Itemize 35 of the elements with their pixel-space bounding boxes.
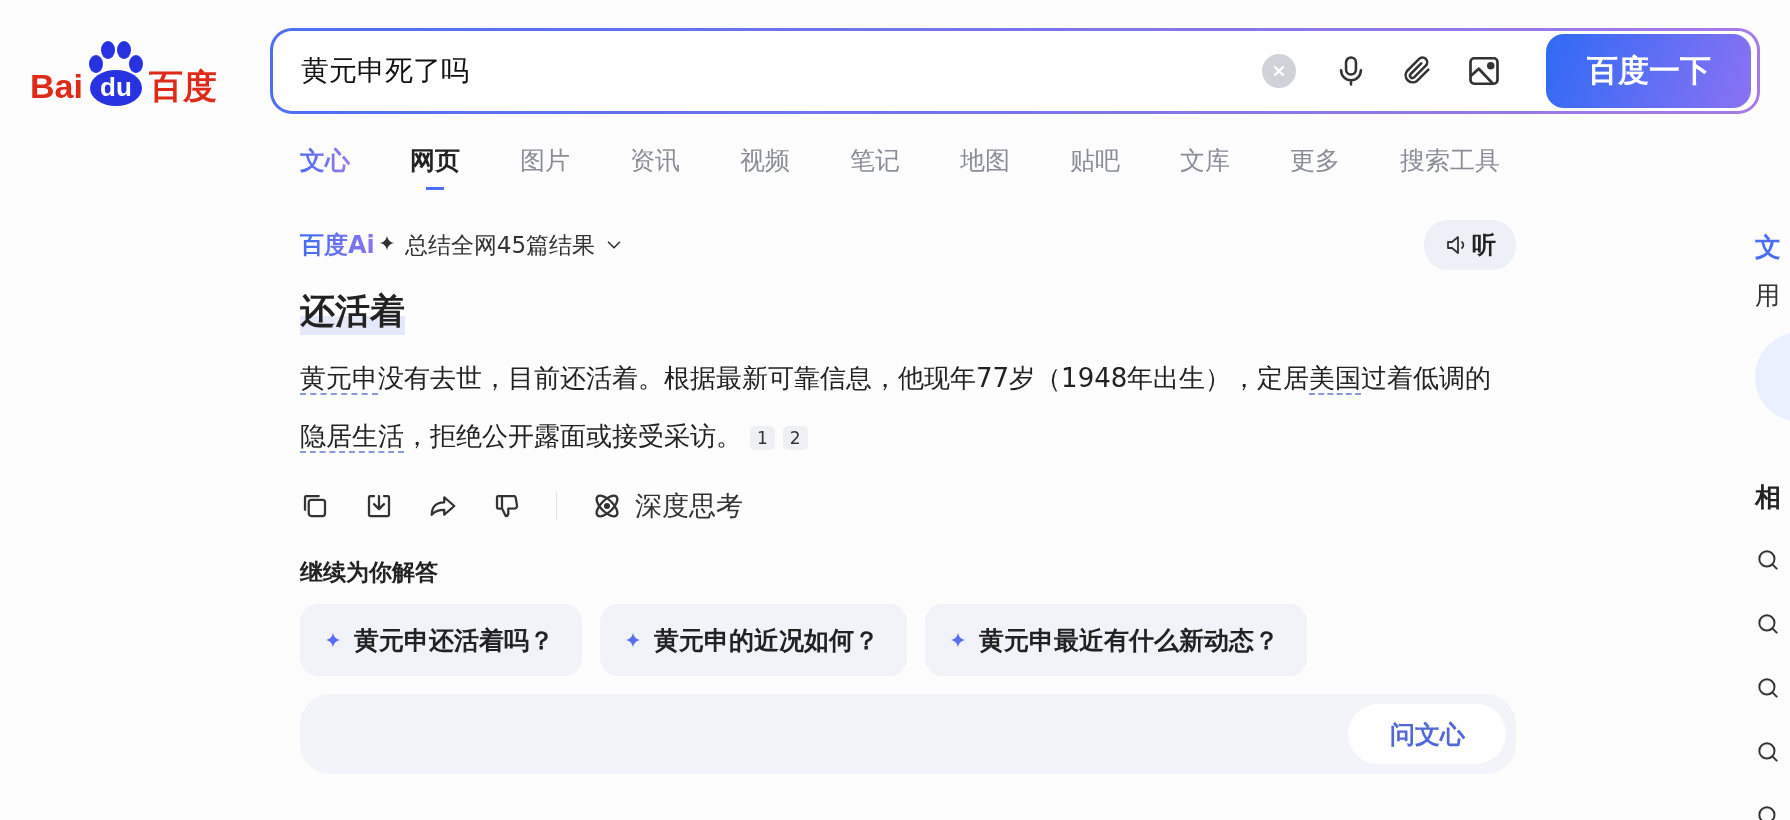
sidebar-subtitle: 用 — [1755, 280, 1781, 312]
sidebar-title: 文 — [1755, 231, 1782, 264]
follow-up-chip[interactable]: 黄元申最近有什么新动态？ — [925, 604, 1307, 676]
nav-tab[interactable]: 更多 — [1290, 144, 1340, 190]
nav-tab[interactable]: 网页 — [410, 144, 460, 190]
nav-tab[interactable]: 视频 — [740, 144, 790, 190]
citation-badge[interactable]: 2 — [782, 425, 808, 450]
ask-field[interactable]: 问文心 — [300, 694, 1516, 774]
section-title: 相 — [1755, 481, 1782, 514]
nav-tab[interactable]: 资讯 — [630, 144, 680, 190]
sparkle-icon — [324, 631, 342, 649]
nav-tab[interactable]: 文库 — [1180, 144, 1230, 190]
nav-tab[interactable]: 图片 — [520, 144, 570, 190]
sparkle-icon — [624, 631, 642, 649]
search-icon[interactable] — [1755, 547, 1781, 573]
nav-tab[interactable]: 地图 — [960, 144, 1010, 190]
follow-up-chip[interactable]: 黄元申还活着吗？ — [300, 604, 582, 676]
nav-tab[interactable]: 贴吧 — [1070, 144, 1120, 190]
ask-button[interactable]: 问文心 — [1348, 704, 1506, 764]
summary-label: 总结全网45篇结果 — [404, 230, 596, 260]
baidu-logo[interactable]: Bai du 百度 — [30, 36, 235, 106]
search-button[interactable]: 百度一下 — [1546, 34, 1751, 108]
search-icon[interactable] — [1755, 675, 1781, 701]
listen-button[interactable]: 听 — [1424, 220, 1516, 270]
search-icon[interactable] — [1755, 739, 1781, 765]
follow-up-title: 继续为你解答 — [300, 558, 439, 587]
nav-tab[interactable]: 笔记 — [850, 144, 900, 190]
search-icon[interactable] — [1755, 611, 1781, 637]
deep-think-button[interactable]: 深度思考 — [591, 488, 743, 524]
sparkle-icon — [949, 631, 967, 649]
search-field[interactable]: 黄元申死了吗 百度一下 — [270, 28, 1760, 114]
citation-badge[interactable]: 1 — [750, 425, 775, 450]
answer-paragraph: 黄元申没有去世，目前还活着。根据最新可靠信息，他现年77岁（1948年出生），定居美国过着低调的 隐居生活，拒绝公开露面或接受采访。 1 2 — [300, 362, 1493, 455]
follow-up-chip[interactable]: 黄元申的近况如何？ — [600, 604, 907, 676]
nav-tab[interactable]: 搜索工具 — [1400, 144, 1500, 190]
